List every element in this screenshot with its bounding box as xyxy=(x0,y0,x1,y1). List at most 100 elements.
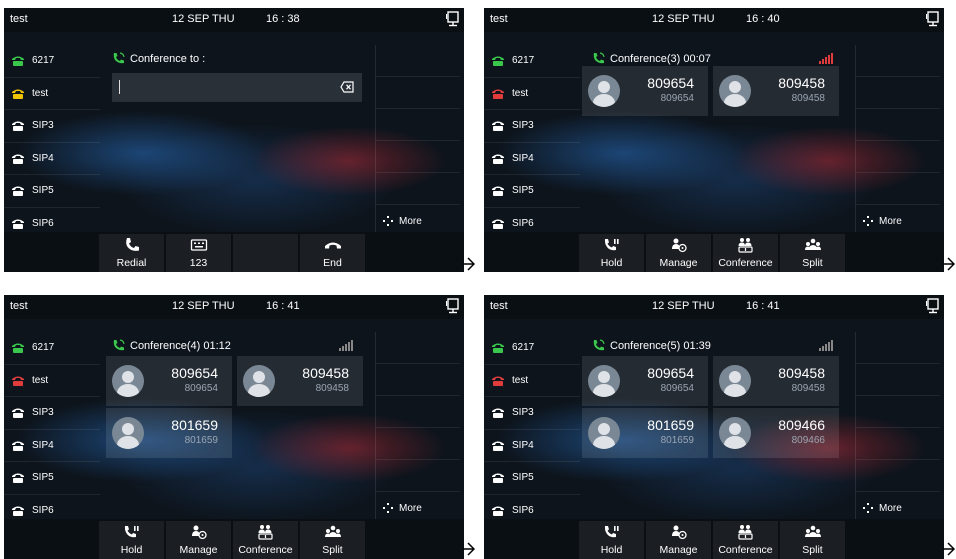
dsskey-column: More xyxy=(855,45,940,233)
participant-card[interactable]: 809458 809458 xyxy=(237,356,363,406)
participant-card[interactable]: 809458 809458 xyxy=(713,66,839,116)
line-key[interactable]: test xyxy=(484,78,580,110)
signal-icon xyxy=(819,340,833,351)
participant-card[interactable]: 809654 809654 xyxy=(582,356,708,406)
line-key-label: SIP5 xyxy=(32,185,54,197)
status-bar: test 12 SEP THU 16 : 38 xyxy=(4,8,464,32)
line-key[interactable]: SIP5 xyxy=(4,462,100,495)
dsskey-slot[interactable] xyxy=(376,141,460,173)
line-key[interactable]: SIP4 xyxy=(484,143,580,175)
signal-icon xyxy=(339,340,353,351)
dsskey-slot[interactable] xyxy=(376,109,460,141)
line-key[interactable]: test xyxy=(4,78,100,110)
split-softkey[interactable]: Split xyxy=(779,234,845,272)
dsskey-slot[interactable] xyxy=(856,332,940,364)
split-softkey[interactable]: Split xyxy=(779,521,845,559)
hold-softkey[interactable]: Hold xyxy=(578,521,644,559)
hold-softkey[interactable]: Hold xyxy=(98,521,164,559)
backspace-icon[interactable] xyxy=(340,81,354,93)
phone-green-icon xyxy=(12,343,24,354)
line-key[interactable]: SIP3 xyxy=(4,110,100,143)
status-bar: test 12 SEP THU 16 : 41 xyxy=(4,295,464,319)
call-title-text: Conference(3) 00:07 xyxy=(610,52,711,65)
line-key-label: SIP4 xyxy=(512,152,534,164)
manage-softkey[interactable]: Manage xyxy=(165,521,231,559)
softkey-label: Conference xyxy=(718,544,773,556)
split-icon xyxy=(804,238,821,250)
dsskey-slot[interactable] xyxy=(376,332,460,364)
line-key-label: SIP6 xyxy=(32,217,54,229)
pc-port-icon xyxy=(446,298,459,314)
end-call-softkey[interactable]: End xyxy=(299,234,365,272)
more-button[interactable]: More xyxy=(862,502,902,514)
participant-name: 809654 xyxy=(171,365,218,381)
line-key[interactable]: SIP5 xyxy=(4,175,100,208)
manage-softkey[interactable]: Manage xyxy=(645,521,711,559)
line-key[interactable]: 6217 xyxy=(484,45,580,78)
dsskey-slot[interactable] xyxy=(376,428,460,460)
participant-card[interactable]: 809654 809654 xyxy=(106,356,232,406)
line-key[interactable]: 6217 xyxy=(4,45,100,78)
dsskey-slot[interactable] xyxy=(856,396,940,428)
text-caret xyxy=(119,80,120,94)
dsskey-slot[interactable] xyxy=(376,77,460,109)
dsskey-slot[interactable] xyxy=(856,460,940,492)
line-key[interactable]: SIP3 xyxy=(484,110,580,143)
line-key[interactable]: SIP4 xyxy=(484,430,580,462)
more-button[interactable]: More xyxy=(382,215,422,227)
phone-icon xyxy=(492,219,504,229)
dsskey-slot[interactable] xyxy=(856,428,940,460)
line-key[interactable]: SIP3 xyxy=(4,397,100,430)
more-button[interactable]: More xyxy=(862,215,902,227)
manage-softkey[interactable]: Manage xyxy=(645,234,711,272)
line-key[interactable]: 6217 xyxy=(4,332,100,365)
participant-card[interactable]: 809458 809458 xyxy=(713,356,839,406)
line-key[interactable]: 6217 xyxy=(484,332,580,365)
line-key[interactable]: SIP5 xyxy=(484,462,580,495)
dsskey-slot[interactable] xyxy=(856,77,940,109)
hold-softkey[interactable]: Hold xyxy=(578,234,644,272)
softkey-label: Manage xyxy=(659,257,698,269)
phone-green-icon xyxy=(12,56,24,67)
participant-card[interactable]: 809654 809654 xyxy=(582,66,708,116)
conference-softkey[interactable]: Conference xyxy=(232,521,298,559)
line-key[interactable]: test xyxy=(4,365,100,397)
line-key[interactable]: SIP4 xyxy=(4,430,100,462)
dsskey-slot[interactable] xyxy=(856,173,940,205)
screen-conference-4: test 12 SEP THU 16 : 41 6217 test SIP3 S… xyxy=(4,295,464,559)
line-key[interactable]: SIP4 xyxy=(4,143,100,175)
dsskey-slot[interactable] xyxy=(856,109,940,141)
participant-name: 809458 xyxy=(302,365,349,381)
participant-number: 801659 xyxy=(660,435,694,446)
softkey-label: 123 xyxy=(189,257,208,269)
participant-card[interactable]: 809466 809466 xyxy=(713,408,839,458)
dsskey-slot[interactable] xyxy=(856,141,940,173)
status-bar: test 12 SEP THU 16 : 40 xyxy=(484,8,944,32)
redial-softkey[interactable]: Redial xyxy=(98,234,164,272)
line-key-label: test xyxy=(32,87,49,99)
dsskey-slot[interactable] xyxy=(376,45,460,77)
dsskey-slot[interactable] xyxy=(376,460,460,492)
conference-softkey[interactable]: Conference xyxy=(712,234,778,272)
keypad-softkey[interactable]: 123 xyxy=(165,234,231,272)
line-key[interactable]: SIP3 xyxy=(484,397,580,430)
dsskey-slot[interactable] xyxy=(856,364,940,396)
dsskey-slot[interactable] xyxy=(376,364,460,396)
softkey-label: Redial xyxy=(116,257,147,269)
participant-card[interactable]: 801659 801659 xyxy=(582,408,708,458)
line-key-label: 6217 xyxy=(32,342,55,354)
participant-card[interactable]: 801659 801659 xyxy=(106,408,232,458)
keyboard-icon xyxy=(190,239,207,251)
phone-icon xyxy=(492,121,504,132)
line-key[interactable]: SIP5 xyxy=(484,175,580,208)
split-softkey[interactable]: Split xyxy=(299,521,365,559)
dsskey-slot[interactable] xyxy=(376,396,460,428)
conference-number-input[interactable] xyxy=(112,73,362,102)
dsskey-slot[interactable] xyxy=(856,45,940,77)
line-key[interactable]: test xyxy=(484,365,580,397)
conference-softkey[interactable]: Conference xyxy=(712,521,778,559)
more-button[interactable]: More xyxy=(382,502,422,514)
phone-green-icon xyxy=(492,343,504,354)
dsskey-slot[interactable] xyxy=(376,173,460,205)
empty-softkey[interactable] xyxy=(232,234,298,272)
